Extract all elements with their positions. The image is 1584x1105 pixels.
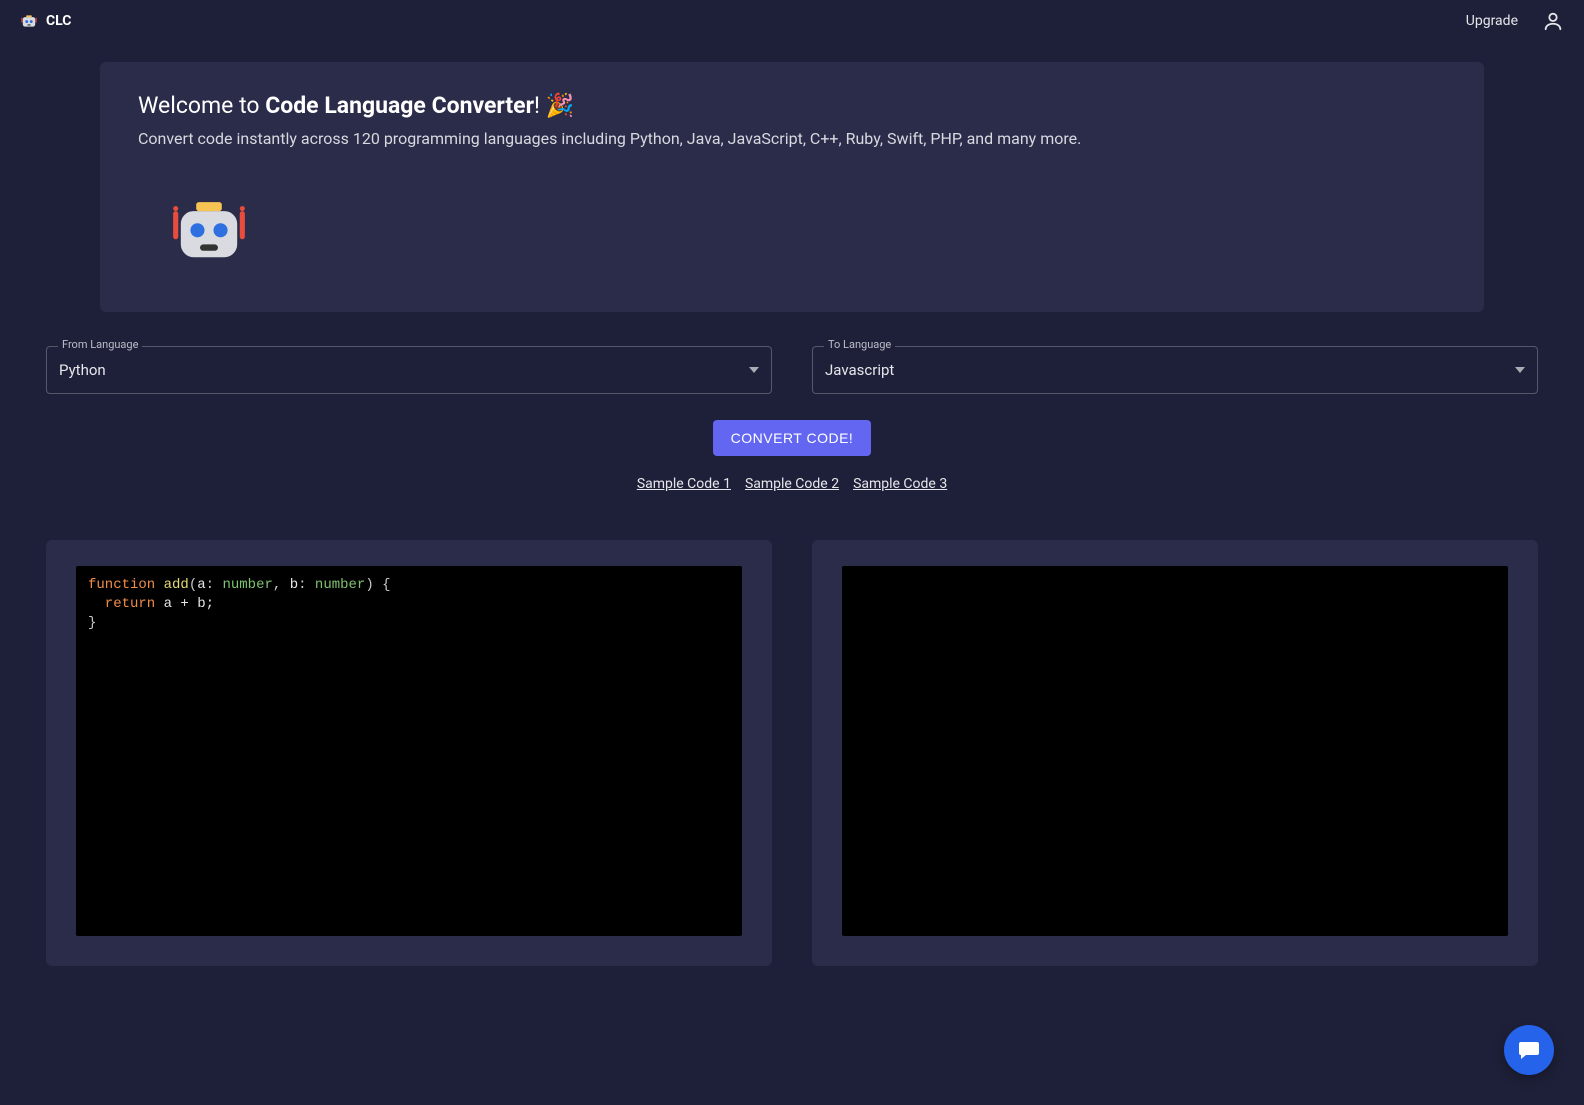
code-token: : — [298, 577, 315, 593]
language-selectors-row: From Language Python To Language Javascr… — [46, 346, 1538, 394]
sample-code-1-link[interactable]: Sample Code 1 — [637, 476, 731, 492]
input-code-panel: function add(a: number, b: number) { ret… — [46, 540, 772, 966]
brand[interactable]: CLC — [20, 12, 71, 30]
to-language-field: To Language Javascript — [812, 346, 1538, 394]
chevron-down-icon — [1515, 367, 1525, 373]
upgrade-link[interactable]: Upgrade — [1466, 13, 1518, 29]
app-header: CLC Upgrade — [0, 0, 1584, 42]
welcome-prefix: Welcome to — [138, 92, 265, 119]
code-token: function — [88, 577, 155, 593]
from-language-value: Python — [59, 361, 106, 379]
robot-illustration — [138, 188, 1446, 270]
code-token: , — [273, 577, 290, 593]
chevron-down-icon — [749, 367, 759, 373]
input-code-editor[interactable]: function add(a: number, b: number) { ret… — [76, 566, 742, 936]
from-language-select[interactable]: Python — [46, 346, 772, 394]
code-token: add — [164, 577, 189, 593]
output-code-editor[interactable] — [842, 566, 1508, 936]
code-token: : — [206, 577, 223, 593]
from-language-field: From Language Python — [46, 346, 772, 394]
code-token: a — [197, 577, 205, 593]
convert-button[interactable]: CONVERT CODE! — [713, 420, 872, 456]
user-icon[interactable] — [1542, 10, 1564, 32]
welcome-suffix: ! 🎉 — [534, 92, 574, 119]
from-language-label: From Language — [58, 338, 142, 351]
code-token: b — [290, 577, 298, 593]
header-right: Upgrade — [1466, 10, 1564, 32]
welcome-title: Welcome to Code Language Converter! 🎉 — [138, 92, 1446, 119]
code-token: a + b; — [155, 596, 214, 612]
to-language-label: To Language — [824, 338, 895, 351]
samples-row: Sample Code 1 Sample Code 2 Sample Code … — [0, 476, 1584, 492]
to-language-value: Javascript — [825, 361, 894, 379]
output-code-panel — [812, 540, 1538, 966]
chat-fab[interactable] — [1504, 1025, 1554, 1075]
code-token: ) { — [365, 577, 390, 593]
to-language-select[interactable]: Javascript — [812, 346, 1538, 394]
welcome-subtitle: Convert code instantly across 120 progra… — [138, 129, 1446, 148]
welcome-card: Welcome to Code Language Converter! 🎉 Co… — [100, 62, 1484, 312]
chat-icon — [1517, 1038, 1541, 1062]
convert-row: CONVERT CODE! — [0, 420, 1584, 456]
brand-text: CLC — [46, 13, 71, 29]
code-panels-row: function add(a: number, b: number) { ret… — [46, 540, 1538, 966]
sample-code-2-link[interactable]: Sample Code 2 — [745, 476, 839, 492]
code-token: ( — [189, 577, 197, 593]
code-token: } — [88, 615, 96, 631]
robot-icon — [20, 12, 38, 30]
sample-code-3-link[interactable]: Sample Code 3 — [853, 476, 947, 492]
code-token: number — [222, 577, 272, 593]
code-token: number — [315, 577, 365, 593]
welcome-strong: Code Language Converter — [265, 92, 534, 119]
code-token: return — [88, 596, 155, 612]
